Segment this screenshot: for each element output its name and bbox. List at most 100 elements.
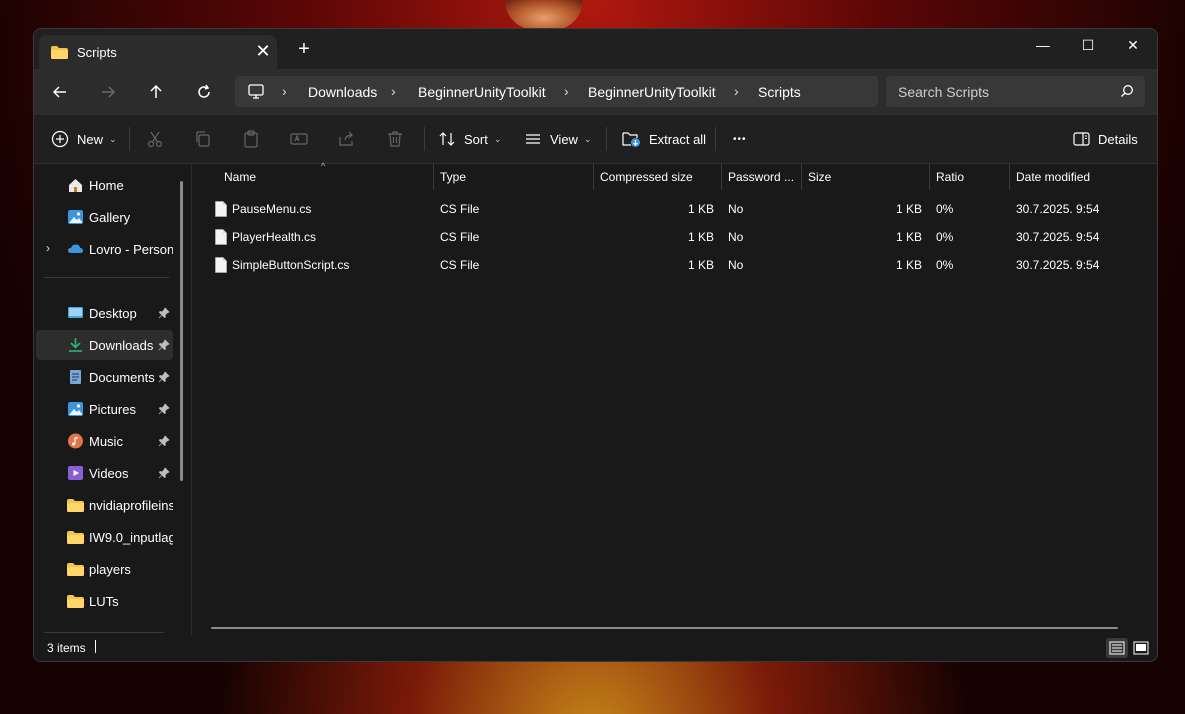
breadcrumb-scripts[interactable]: Scripts <box>758 84 801 100</box>
tab-scripts[interactable]: Scripts ✕ <box>39 35 277 69</box>
paste-icon[interactable] <box>241 129 261 149</box>
column-header-compressed-size[interactable]: Compressed size <box>600 164 693 190</box>
details-pane-icon <box>1073 132 1090 146</box>
folder-icon <box>67 531 84 544</box>
view-label: View <box>550 131 578 147</box>
file-row[interactable]: PlayerHealth.cs CS File 1 KB No 1 KB 0% … <box>202 223 1142 251</box>
chevron-down-icon: ⌄ <box>583 133 592 144</box>
sidebar-item-nvidiaprofileinspector[interactable]: nvidiaprofileinspector <box>36 490 173 520</box>
new-button[interactable]: New ⌄ <box>51 125 117 153</box>
maximize-button[interactable]: ☐ <box>1065 33 1111 57</box>
copy-icon[interactable] <box>193 129 213 149</box>
onedrive-cloud-icon <box>68 244 83 253</box>
toolbar-divider <box>129 127 130 151</box>
cut-icon[interactable] <box>145 129 165 149</box>
column-header-password[interactable]: Password ... <box>728 164 794 190</box>
details-view-button[interactable] <box>1106 638 1128 658</box>
column-header-date-modified[interactable]: Date modified <box>1016 164 1090 190</box>
pin-icon[interactable] <box>158 467 170 479</box>
sidebar-item-desktop[interactable]: Desktop <box>36 298 173 328</box>
extract-all-label: Extract all <box>649 131 707 147</box>
this-pc-icon <box>248 84 264 99</box>
breadcrumb-downloads[interactable]: Downloads <box>308 84 377 100</box>
videos-icon <box>68 466 83 480</box>
close-window-button[interactable]: ✕ <box>1110 33 1156 57</box>
share-icon[interactable] <box>337 129 357 149</box>
rename-icon[interactable] <box>289 129 309 149</box>
file-explorer-window: Scripts ✕ + — ☐ ✕ › Downloads › Beginner… <box>33 28 1158 662</box>
up-button[interactable] <box>142 79 170 105</box>
pictures-icon <box>68 402 83 416</box>
minimize-button[interactable]: — <box>1020 33 1066 57</box>
file-password: No <box>728 202 744 216</box>
tab-title: Scripts <box>77 45 117 60</box>
sidebar-item-home[interactable]: Home <box>36 170 173 200</box>
breadcrumb-beginnerunitytoolkit[interactable]: BeginnerUnityToolkit <box>418 84 546 100</box>
column-header-type[interactable]: Type <box>440 164 466 190</box>
horizontal-scrollbar[interactable] <box>211 627 1118 629</box>
sidebar-item-label: Home <box>89 178 124 193</box>
extract-all-button[interactable]: Extract all <box>622 125 706 153</box>
search-input[interactable] <box>898 76 1108 107</box>
details-pane-button[interactable]: Details <box>1073 125 1138 153</box>
download-icon <box>69 338 82 352</box>
column-header-name[interactable]: Name <box>224 164 256 190</box>
file-compressed-size: 1 KB <box>687 230 714 244</box>
sidebar-item-iw9-inputlagfix[interactable]: IW9.0_inputlagfix <box>36 522 173 552</box>
refresh-button[interactable] <box>190 79 218 105</box>
breadcrumb-beginnerunitytoolkit-inner[interactable]: BeginnerUnityToolkit <box>588 84 716 100</box>
large-icons-view-button[interactable] <box>1130 638 1152 658</box>
details-view-icon <box>1109 641 1125 655</box>
column-separator[interactable] <box>433 164 434 190</box>
column-separator[interactable] <box>1009 164 1010 190</box>
more-options-icon: ••• <box>733 133 747 145</box>
see-more-button[interactable]: ••• <box>733 125 747 153</box>
forward-button[interactable] <box>94 79 122 105</box>
sidebar-scrollbar[interactable] <box>180 181 183 481</box>
address-bar[interactable]: › Downloads › BeginnerUnityToolkit › Beg… <box>235 76 878 107</box>
sidebar-item-gallery[interactable]: Gallery <box>36 202 173 232</box>
search-icon[interactable] <box>1120 84 1134 98</box>
sidebar-item-players[interactable]: players <box>36 554 173 584</box>
sidebar-item-label: players <box>89 562 131 577</box>
pin-icon[interactable] <box>158 403 170 415</box>
sidebar-item-downloads[interactable]: Downloads <box>36 330 173 360</box>
home-icon <box>69 179 82 192</box>
sidebar-item-luts[interactable]: LUTs <box>36 586 173 616</box>
column-separator[interactable] <box>929 164 930 190</box>
tab-close-icon[interactable]: ✕ <box>253 41 273 61</box>
file-row[interactable]: SimpleButtonScript.cs CS File 1 KB No 1 … <box>202 251 1142 279</box>
column-separator[interactable] <box>801 164 802 190</box>
column-header-ratio[interactable]: Ratio <box>936 164 964 190</box>
sidebar-item-music[interactable]: Music <box>36 426 173 456</box>
wallpaper-figure <box>505 0 583 30</box>
chevron-right-icon: › <box>734 83 739 99</box>
column-separator[interactable] <box>593 164 594 190</box>
new-tab-button[interactable]: + <box>294 39 314 59</box>
sidebar-item-onedrive[interactable]: › Lovro - Persona <box>36 234 173 264</box>
sidebar-item-videos[interactable]: Videos <box>36 458 173 488</box>
sidebar-item-pictures[interactable]: Pictures <box>36 394 173 424</box>
column-separator[interactable] <box>721 164 722 190</box>
pin-icon[interactable] <box>158 371 170 383</box>
file-list: ^ Name Type Compressed size Password ...… <box>192 161 1157 636</box>
file-name: PauseMenu.cs <box>232 202 312 216</box>
back-button[interactable] <box>46 79 74 105</box>
sort-ascending-icon: ^ <box>321 161 326 171</box>
new-label: New <box>77 131 104 147</box>
view-button[interactable]: View ⌄ <box>524 125 592 153</box>
arrow-right-icon <box>102 86 116 98</box>
delete-icon[interactable] <box>385 129 405 149</box>
pin-icon[interactable] <box>158 307 170 319</box>
sort-button[interactable]: Sort ⌄ <box>438 125 501 153</box>
folder-icon <box>67 595 84 608</box>
chevron-right-icon: › <box>282 83 287 99</box>
pin-icon[interactable] <box>158 339 170 351</box>
column-header-size[interactable]: Size <box>808 164 831 190</box>
chevron-right-icon[interactable]: › <box>46 241 50 255</box>
sidebar-item-documents[interactable]: Documents <box>36 362 173 392</box>
pin-icon[interactable] <box>158 435 170 447</box>
file-row[interactable]: PauseMenu.cs CS File 1 KB No 1 KB 0% 30.… <box>202 195 1142 223</box>
file-date-modified: 30.7.2025. 9:54 <box>1016 258 1100 272</box>
toolbar-divider <box>606 127 607 151</box>
